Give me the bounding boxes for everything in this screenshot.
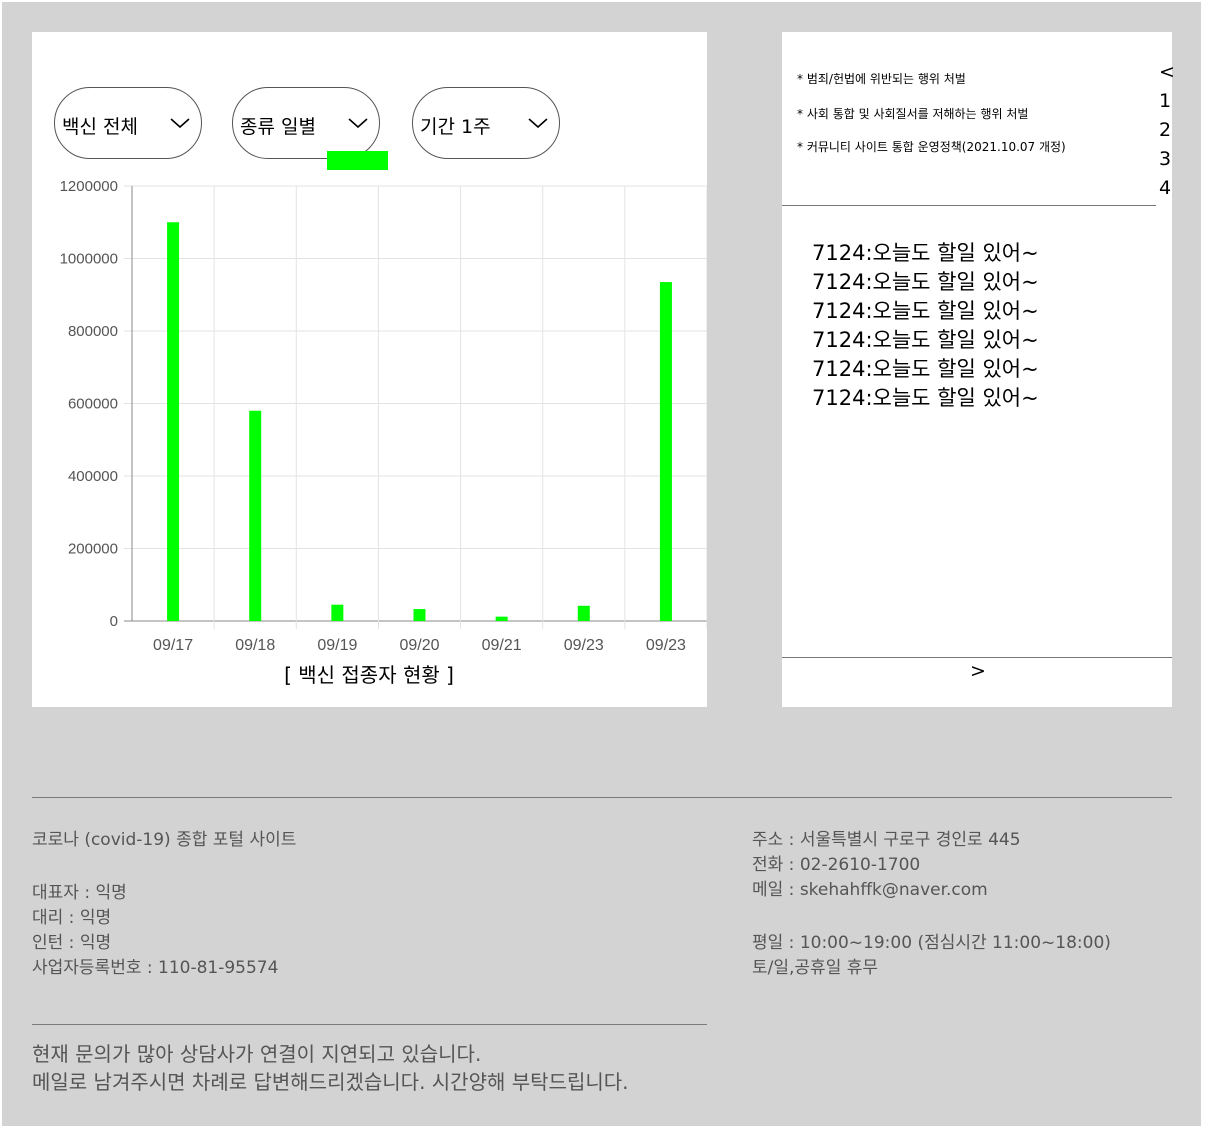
chat-message: 7124:오늘도 할일 있어~ bbox=[812, 386, 1039, 410]
footer-divider bbox=[32, 797, 1172, 798]
rule-text: * 범죄/헌법에 위반되는 행위 처벌 bbox=[797, 72, 966, 86]
bar bbox=[495, 616, 508, 621]
next-page-button[interactable]: > bbox=[970, 660, 986, 682]
bar bbox=[413, 609, 426, 621]
divider bbox=[782, 657, 1172, 658]
y-tick-label: 400000 bbox=[68, 468, 118, 485]
bar bbox=[659, 282, 672, 621]
ceo-info: 대표자 : 익명 bbox=[32, 883, 127, 903]
notice-divider bbox=[32, 1024, 707, 1025]
y-tick-label: 0 bbox=[110, 613, 118, 630]
y-tick-label: 1000000 bbox=[60, 251, 118, 268]
bar bbox=[331, 604, 344, 621]
x-tick-label: 09/19 bbox=[317, 637, 357, 654]
weekend-hours: 토/일,공휴일 휴무 bbox=[752, 958, 879, 978]
address: 주소 : 서울특별시 구로구 경인로 445 bbox=[752, 830, 1021, 850]
x-tick-label: 09/20 bbox=[399, 637, 439, 654]
bar bbox=[167, 222, 180, 621]
chart-panel: 백신 전체 종류 일별 기간 1주 0 200000 400000 600000 800… bbox=[32, 32, 707, 707]
page-3-link[interactable]: 3 bbox=[1159, 145, 1175, 174]
pagination: < 1 2 3 4 bbox=[1159, 58, 1175, 203]
site-name: 코로나 (covid-19) 종합 포털 사이트 bbox=[32, 830, 297, 850]
x-axis-label: [ 백신 접종자 현황 ] bbox=[284, 663, 454, 687]
manager-info: 대리 : 익명 bbox=[32, 908, 112, 928]
page-1-link[interactable]: 1 bbox=[1159, 87, 1175, 116]
phone: 전화 : 02-2610-1700 bbox=[752, 855, 921, 875]
x-tick-label: 09/21 bbox=[482, 637, 522, 654]
notice-line: 현재 문의가 많아 상담사가 연결이 지연되고 있습니다. bbox=[32, 1042, 482, 1066]
weekday-hours: 평일 : 10:00~19:00 (점심시간 11:00~18:00) bbox=[752, 933, 1111, 953]
chat-message: 7124:오늘도 할일 있어~ bbox=[812, 357, 1039, 381]
x-tick-label: 09/23 bbox=[564, 637, 604, 654]
y-tick-label: 1200000 bbox=[60, 178, 118, 195]
vaccination-bar-chart: 0 200000 400000 600000 800000 1000000 1200000 0… bbox=[60, 151, 707, 687]
rule-text: * 커뮤니티 사이트 통합 운영정책(2021.10.07 개정) bbox=[797, 140, 1066, 154]
chat-message: 7124:오늘도 할일 있어~ bbox=[812, 241, 1039, 265]
prev-page-button[interactable]: < bbox=[1159, 58, 1175, 87]
chat-message: 7124:오늘도 할일 있어~ bbox=[812, 270, 1039, 294]
email: 메일 : skehahffk@naver.com bbox=[752, 880, 988, 900]
notice: 현재 문의가 많아 상담사가 연결이 지연되고 있습니다. 메일로 남겨주시면 … bbox=[32, 1040, 629, 1096]
community-panel: * 범죄/헌법에 위반되는 행위 처벌 * 사회 통합 및 사회질서를 저해하는… bbox=[782, 32, 1175, 707]
y-tick-label: 800000 bbox=[68, 323, 118, 340]
rule-text: * 사회 통합 및 사회질서를 저해하는 행위 처벌 bbox=[797, 107, 1029, 121]
bar bbox=[577, 605, 590, 621]
x-tick-label: 09/18 bbox=[235, 637, 275, 654]
page-2-link[interactable]: 2 bbox=[1159, 116, 1175, 145]
divider bbox=[782, 205, 1156, 206]
chat-message: 7124:오늘도 할일 있어~ bbox=[812, 299, 1039, 323]
x-tick-label: 09/23 bbox=[646, 637, 686, 654]
notice-line: 메일로 남겨주시면 차례로 답변해드리겠습니다. 시간양해 부탁드립니다. bbox=[32, 1070, 629, 1094]
chat-message: 7124:오늘도 할일 있어~ bbox=[812, 328, 1039, 352]
business-number: 사업자등록번호 : 110-81-95574 bbox=[32, 958, 279, 978]
legend-swatch bbox=[327, 151, 388, 170]
intern-info: 인턴 : 익명 bbox=[32, 933, 112, 953]
y-tick-label: 200000 bbox=[68, 541, 118, 558]
x-tick-label: 09/17 bbox=[153, 637, 193, 654]
bar bbox=[249, 410, 262, 621]
y-tick-label: 600000 bbox=[68, 396, 118, 413]
page-4-link[interactable]: 4 bbox=[1159, 174, 1175, 203]
